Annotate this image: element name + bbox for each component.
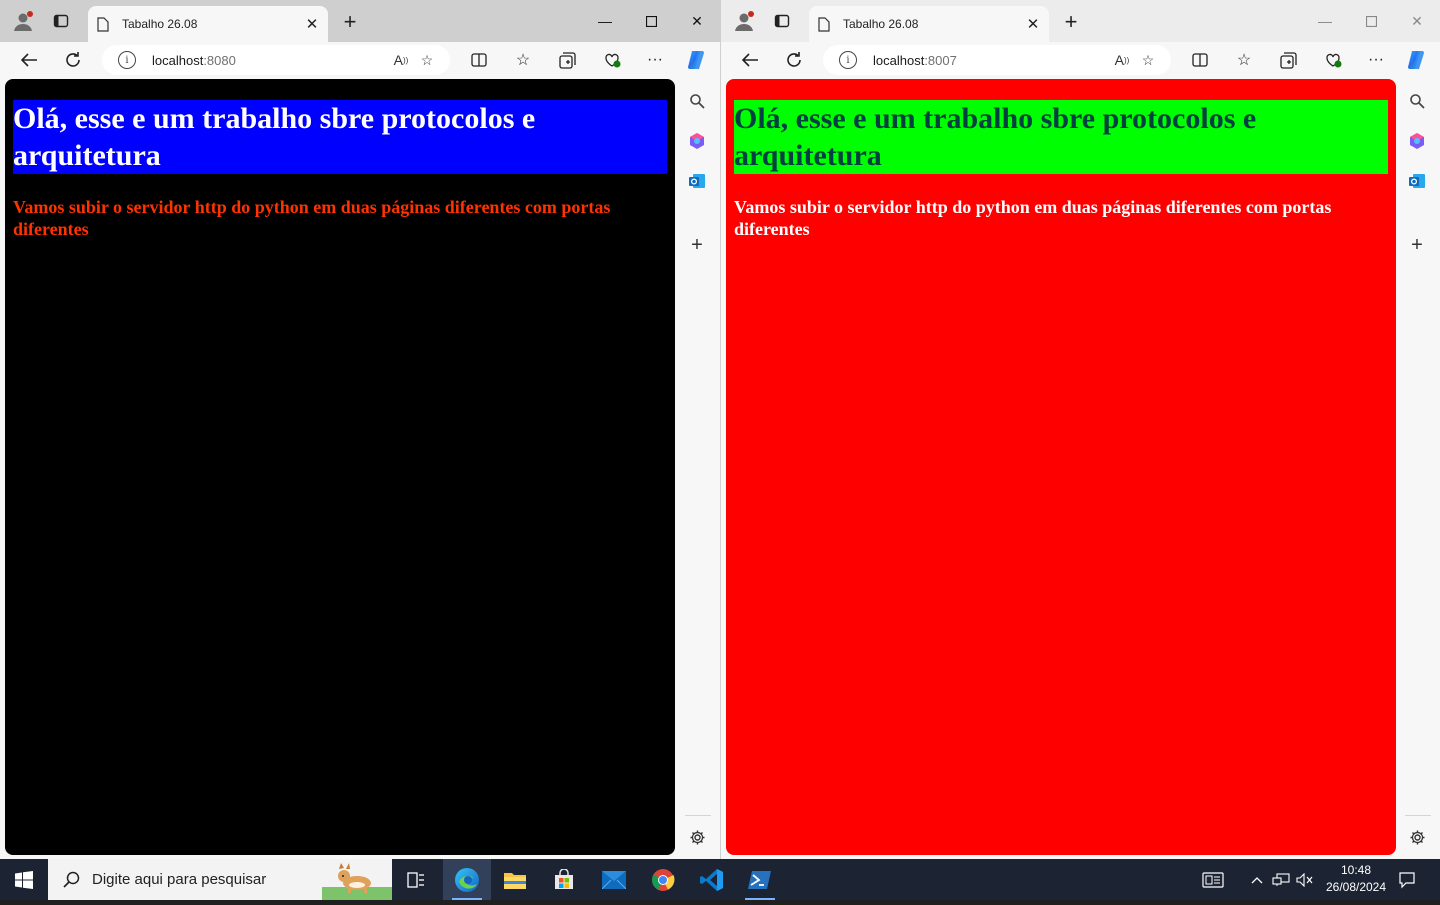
close-tab-icon[interactable]: ✕	[302, 14, 322, 34]
more-options-icon[interactable]: ···	[642, 47, 668, 73]
browser-tab[interactable]: Tabalho 26.08 ✕	[88, 6, 328, 42]
web-content: Olá, esse e um trabalho sbre protocolos …	[726, 79, 1396, 855]
profile-icon[interactable]	[732, 9, 756, 33]
copilot-sidebar-icon[interactable]	[686, 130, 708, 152]
page-heading: Olá, esse e um trabalho sbre protocolos …	[13, 100, 667, 174]
copilot-icon[interactable]	[1404, 47, 1430, 73]
add-icon[interactable]: +	[686, 234, 708, 256]
taskbar-search[interactable]: Digite aqui para pesquisar	[48, 859, 392, 900]
outlook-icon[interactable]	[686, 170, 708, 192]
minimize-button[interactable]: —	[1302, 6, 1348, 36]
system-clock[interactable]: 10:48 26/08/2024	[1320, 862, 1392, 898]
refresh-icon[interactable]	[60, 47, 86, 73]
search-icon	[62, 871, 80, 889]
file-explorer-icon[interactable]	[491, 859, 539, 900]
favorite-star-icon[interactable]: ☆	[414, 47, 440, 73]
edge-taskbar-icon[interactable]	[443, 859, 491, 900]
site-info-icon[interactable]: i	[118, 51, 136, 69]
collections-icon[interactable]	[1275, 47, 1301, 73]
refresh-icon[interactable]	[781, 47, 807, 73]
profile-icon[interactable]	[11, 9, 35, 33]
close-tab-icon[interactable]: ✕	[1023, 14, 1043, 34]
settings-gear-icon[interactable]	[1406, 826, 1428, 848]
favorites-icon[interactable]: ☆	[1231, 47, 1257, 73]
powershell-icon[interactable]	[736, 859, 784, 900]
sidebar-divider	[1405, 815, 1431, 816]
maximize-button[interactable]	[1348, 6, 1394, 36]
chrome-icon[interactable]	[639, 859, 687, 900]
copilot-sidebar-icon[interactable]	[1406, 130, 1428, 152]
tab-title: Tabalho 26.08	[843, 17, 919, 31]
web-content: Olá, esse e um trabalho sbre protocolos …	[5, 79, 675, 855]
browser-window-right: Tabalho 26.08 ✕ + — ✕ i localhost:8007 A…	[720, 0, 1440, 859]
browser-tab[interactable]: Tabalho 26.08 ✕	[809, 6, 1049, 42]
browser-essentials-icon[interactable]	[1320, 47, 1346, 73]
new-tab-button[interactable]: +	[338, 9, 362, 34]
collections-icon[interactable]	[554, 47, 580, 73]
browser-toolbar: i localhost:8080 A)) ☆ ☆ ···	[0, 42, 720, 78]
maximize-button[interactable]	[628, 6, 674, 36]
page-heading: Olá, esse e um trabalho sbre protocolos …	[734, 100, 1388, 174]
browser-essentials-icon[interactable]	[599, 47, 625, 73]
title-bar: Tabalho 26.08 ✕ + — ✕	[721, 0, 1440, 42]
vscode-icon[interactable]	[688, 859, 736, 900]
title-bar: Tabalho 26.08 ✕ + — ✕	[0, 0, 720, 42]
chevron-up-icon[interactable]	[1246, 859, 1268, 900]
search-highlight-corgi-icon[interactable]	[322, 859, 392, 900]
page-icon	[817, 16, 831, 32]
clock-date: 26/08/2024	[1325, 880, 1387, 894]
split-screen-icon[interactable]	[466, 47, 492, 73]
read-aloud-icon[interactable]: A))	[1109, 47, 1135, 73]
page-paragraph: Vamos subir o servidor http do python em…	[734, 197, 1332, 239]
notification-center-icon[interactable]	[1394, 859, 1420, 900]
browser-toolbar: i localhost:8007 A)) ☆ ☆ ···	[721, 42, 1440, 78]
read-aloud-icon[interactable]: A))	[388, 47, 414, 73]
split-screen-icon[interactable]	[1187, 47, 1213, 73]
copilot-icon[interactable]	[684, 47, 710, 73]
address-bar[interactable]: i localhost:8007 A)) ☆	[823, 45, 1171, 75]
page-icon	[96, 16, 110, 32]
outlook-icon[interactable]	[1406, 170, 1428, 192]
microsoft-store-icon[interactable]	[540, 859, 588, 900]
search-icon[interactable]	[686, 90, 708, 112]
back-arrow-icon[interactable]	[737, 47, 763, 73]
minimize-button[interactable]: —	[582, 6, 628, 36]
network-icon[interactable]	[1270, 859, 1292, 900]
back-arrow-icon[interactable]	[16, 47, 42, 73]
edge-sidebar: +	[1395, 78, 1440, 859]
volume-muted-icon[interactable]	[1294, 859, 1316, 900]
tab-actions-icon[interactable]	[770, 9, 794, 33]
task-view-icon[interactable]	[392, 859, 440, 900]
page-paragraph: Vamos subir o servidor http do python em…	[13, 197, 611, 239]
tab-actions-icon[interactable]	[49, 9, 73, 33]
add-icon[interactable]: +	[1406, 234, 1428, 256]
favorites-icon[interactable]: ☆	[510, 47, 536, 73]
start-button[interactable]	[0, 859, 48, 900]
search-icon[interactable]	[1406, 90, 1428, 112]
news-widget-icon[interactable]	[1196, 859, 1230, 900]
address-bar[interactable]: i localhost:8080 A)) ☆	[102, 45, 450, 75]
browser-window-left: Tabalho 26.08 ✕ + — ✕ i localhost:8080 A…	[0, 0, 720, 859]
tab-title: Tabalho 26.08	[122, 17, 198, 31]
url-text[interactable]: localhost:8080	[152, 53, 388, 68]
more-options-icon[interactable]: ···	[1363, 47, 1389, 73]
close-window-button[interactable]: ✕	[1394, 6, 1440, 36]
windows-taskbar: Digite aqui para pesquisar 10:48 26/08/2…	[0, 859, 1440, 900]
search-placeholder: Digite aqui para pesquisar	[92, 871, 267, 888]
settings-gear-icon[interactable]	[686, 826, 708, 848]
sidebar-divider	[685, 815, 711, 816]
url-text[interactable]: localhost:8007	[873, 53, 1109, 68]
site-info-icon[interactable]: i	[839, 51, 857, 69]
favorite-star-icon[interactable]: ☆	[1135, 47, 1161, 73]
mail-icon[interactable]	[590, 859, 638, 900]
edge-sidebar: +	[675, 78, 720, 859]
close-window-button[interactable]: ✕	[674, 6, 720, 36]
new-tab-button[interactable]: +	[1059, 9, 1083, 34]
clock-time: 10:48	[1340, 863, 1372, 877]
